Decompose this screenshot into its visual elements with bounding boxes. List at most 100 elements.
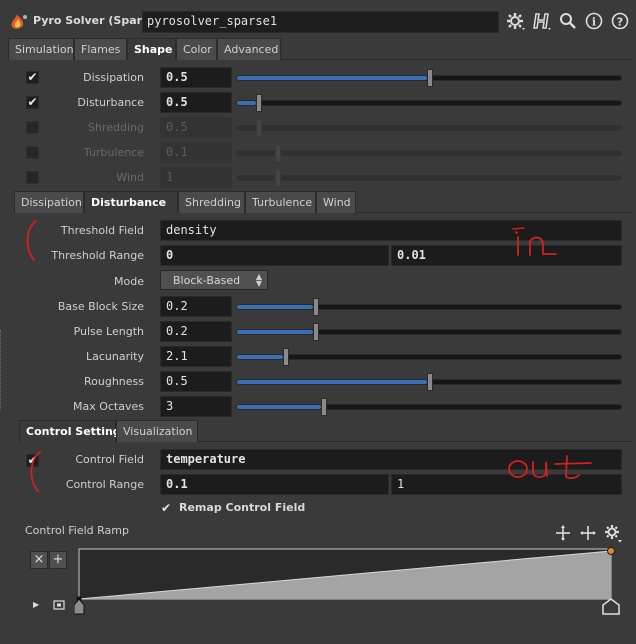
shredding-value-field[interactable]: 0.5 — [160, 117, 232, 138]
tab-disturbance[interactable]: Disturbance — [84, 191, 178, 213]
shredding-label: Shredding — [88, 121, 144, 134]
svg-text:?: ? — [617, 16, 623, 29]
remap-checkbox[interactable]: ✔ — [161, 501, 171, 515]
control-range-min[interactable]: 0.1 — [160, 474, 389, 495]
annotation-bracket-control — [30, 451, 41, 492]
tab-flames[interactable]: Flames — [74, 38, 127, 60]
disturbance-slider-handle[interactable] — [256, 94, 262, 112]
tab-dissipation[interactable]: Dissipation — [14, 191, 84, 213]
move-keys-icon[interactable] — [555, 525, 571, 541]
disturbance-checkbox[interactable]: ✔ — [26, 96, 39, 109]
annotation-out — [508, 455, 592, 480]
roughness-slider-fill — [237, 380, 427, 384]
tab-turbulence[interactable]: Turbulence — [245, 191, 316, 213]
tab-shredding[interactable]: Shredding — [178, 191, 245, 213]
mode-value: Block-Based — [173, 274, 241, 287]
info-icon[interactable]: i — [584, 11, 604, 31]
base-block-size-slider[interactable] — [236, 298, 622, 316]
parameter-header: Pyro Solver (Sparse) pyrosolver_sparse1 … — [0, 0, 636, 40]
ramp-point-end[interactable] — [607, 547, 615, 555]
dissipation-slider-handle[interactable] — [427, 69, 433, 87]
pulse-length-slider-handle[interactable] — [313, 323, 319, 341]
shredding-slider[interactable] — [236, 119, 622, 137]
mode-label: Mode — [114, 275, 144, 288]
wind-label: Wind — [116, 171, 144, 184]
control-field-label: Control Field — [75, 453, 144, 466]
dissipation-label: Dissipation — [83, 71, 144, 84]
svg-text:i: i — [592, 16, 596, 29]
tab-shape[interactable]: Shape — [127, 38, 176, 60]
turbulence-slider-handle[interactable] — [275, 144, 281, 162]
ramp-key-start[interactable] — [74, 598, 85, 615]
pulse-length-slider-fill — [237, 330, 313, 334]
pulse-length-label: Pulse Length — [73, 325, 144, 338]
threshold-range-min[interactable]: 0 — [160, 245, 389, 266]
lacunarity-slider[interactable] — [236, 348, 622, 366]
panel-splitter[interactable] — [0, 330, 3, 410]
dissipation-slider[interactable] — [236, 69, 622, 87]
max-octaves-label: Max Octaves — [72, 400, 144, 413]
control-tab-bar: Control Settings Visualization — [19, 420, 632, 442]
add-point-button[interactable]: + — [49, 551, 67, 569]
disturbance-slider[interactable] — [236, 94, 622, 112]
control-field-ramp[interactable] — [74, 546, 626, 618]
lacunarity-label: Lacunarity — [85, 350, 144, 363]
lacunarity-slider-fill — [237, 355, 283, 359]
search-icon[interactable] — [558, 11, 578, 31]
turbulence-checkbox[interactable] — [26, 146, 39, 159]
base-block-size-slider-fill — [237, 305, 313, 309]
mode-dropdown[interactable]: Block-Based ▲ ▼ — [160, 270, 268, 290]
max-octaves-slider[interactable] — [236, 398, 622, 416]
turbulence-value-field[interactable]: 0.1 — [160, 142, 232, 163]
wind-checkbox[interactable] — [26, 171, 39, 184]
shredding-slider-handle[interactable] — [256, 119, 262, 137]
tab-wind[interactable]: Wind — [316, 191, 356, 213]
ramp-gear-icon[interactable] — [603, 523, 623, 543]
threshold-range-max[interactable]: 0.01 — [391, 245, 622, 266]
tab-color[interactable]: Color — [176, 38, 217, 60]
turbulence-slider[interactable] — [236, 144, 622, 162]
dropdown-arrows-icon: ▲ ▼ — [255, 272, 262, 288]
roughness-value-field[interactable]: 0.5 — [160, 371, 232, 392]
wind-value-field[interactable]: 1 — [160, 167, 232, 188]
wind-slider-handle[interactable] — [275, 169, 281, 187]
remove-point-button[interactable]: × — [30, 551, 48, 569]
roughness-label: Roughness — [83, 375, 144, 388]
disturbance-value-field[interactable]: 0.5 — [160, 92, 232, 113]
lacunarity-slider-handle[interactable] — [283, 348, 289, 366]
turbulence-label: Turbulence — [83, 146, 144, 159]
base-block-size-value-field[interactable]: 0.2 — [160, 296, 232, 317]
houdini-h-icon[interactable] — [532, 11, 552, 31]
tab-visualization[interactable]: Visualization — [116, 420, 198, 442]
expand-ramp-icon[interactable]: ▶ — [33, 600, 39, 609]
max-octaves-slider-handle[interactable] — [321, 398, 327, 416]
main-tab-bar: Simulation Flames Shape Color Advanced — [8, 38, 632, 60]
ramp-fit-icon[interactable] — [53, 600, 65, 610]
node-name-field[interactable]: pyrosolver_sparse1 — [142, 11, 499, 33]
annotation-in — [512, 227, 557, 256]
align-keys-icon[interactable] — [580, 525, 596, 541]
dissipation-checkbox[interactable]: ✔ — [26, 71, 39, 84]
pulse-length-slider[interactable] — [236, 323, 622, 341]
help-icon[interactable]: ? — [610, 11, 630, 31]
disturbance-slider-fill — [237, 101, 256, 105]
control-range-label: Control Range — [65, 478, 144, 491]
control-field-ramp-label: Control Field Ramp — [25, 524, 129, 537]
roughness-slider-handle[interactable] — [427, 373, 433, 391]
wind-slider[interactable] — [236, 169, 622, 187]
tab-control-settings[interactable]: Control Settings — [19, 420, 127, 442]
lacunarity-value-field[interactable]: 2.1 — [160, 346, 232, 367]
disturbance-label: Disturbance — [77, 96, 144, 109]
base-block-size-slider-handle[interactable] — [313, 298, 319, 316]
shredding-checkbox[interactable] — [26, 121, 39, 134]
ramp-key-end[interactable] — [602, 598, 620, 615]
shape-sub-tab-bar: Dissipation Disturbance Shredding Turbul… — [14, 191, 632, 213]
gear-icon[interactable] — [505, 11, 525, 31]
remap-control-field-label: Remap Control Field — [179, 501, 306, 514]
pulse-length-value-field[interactable]: 0.2 — [160, 321, 232, 342]
roughness-slider[interactable] — [236, 373, 622, 391]
max-octaves-value-field[interactable]: 3 — [160, 396, 232, 417]
tab-advanced[interactable]: Advanced — [217, 38, 281, 60]
tab-simulation[interactable]: Simulation — [8, 38, 74, 60]
dissipation-value-field[interactable]: 0.5 — [160, 67, 232, 88]
